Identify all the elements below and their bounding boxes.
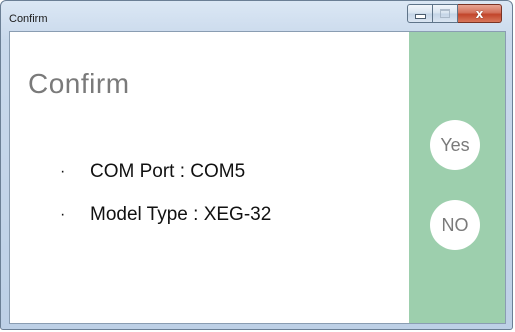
bullet-icon: ·: [60, 205, 66, 223]
confirm-window: Confirm x Confirm · COM Port : COM5 · Mo…: [0, 0, 513, 330]
window-title: Confirm: [9, 13, 48, 25]
model-type-text: Model Type : XEG-32: [90, 203, 272, 225]
content-panel: Confirm · COM Port : COM5 · Model Type :…: [10, 32, 409, 323]
caption-buttons: x: [407, 4, 502, 23]
client-area: Confirm · COM Port : COM5 · Model Type :…: [9, 31, 506, 324]
minimize-button[interactable]: [407, 4, 433, 23]
list-item-model-type: · Model Type : XEG-32: [60, 193, 271, 236]
dialog-heading: Confirm: [28, 68, 130, 99]
list-item-com-port: · COM Port : COM5: [60, 150, 271, 193]
info-list: · COM Port : COM5 · Model Type : XEG-32: [60, 150, 271, 236]
maximize-icon: [440, 9, 450, 18]
com-port-text: COM Port : COM5: [90, 160, 246, 182]
action-panel: Yes NO: [409, 32, 505, 323]
close-icon: x: [475, 6, 484, 21]
no-button[interactable]: NO: [430, 200, 480, 250]
close-button[interactable]: x: [458, 4, 502, 23]
minimize-icon: [414, 14, 426, 19]
maximize-button: [433, 4, 458, 23]
title-bar[interactable]: Confirm x: [1, 1, 512, 33]
yes-button[interactable]: Yes: [430, 120, 480, 170]
bullet-icon: ·: [60, 162, 66, 180]
